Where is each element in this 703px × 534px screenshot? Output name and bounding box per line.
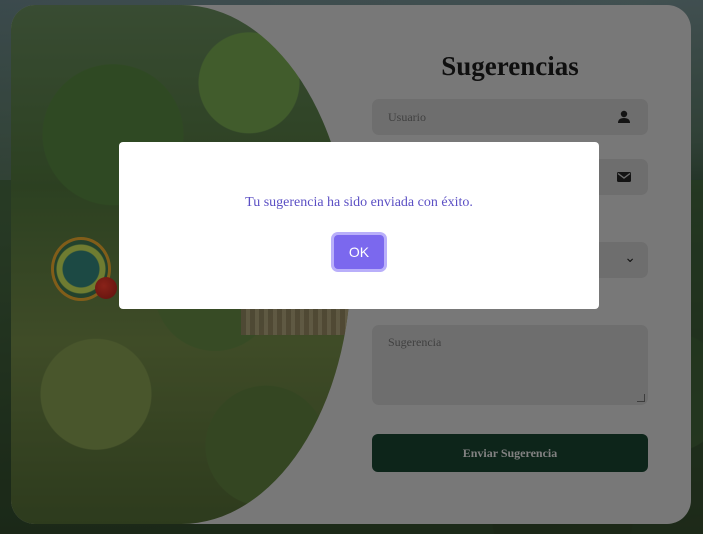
ok-button[interactable]: OK — [334, 235, 384, 269]
success-message: Tu sugerencia ha sido enviada con éxito. — [245, 195, 473, 210]
success-dialog: Tu sugerencia ha sido enviada con éxito.… — [119, 142, 599, 309]
